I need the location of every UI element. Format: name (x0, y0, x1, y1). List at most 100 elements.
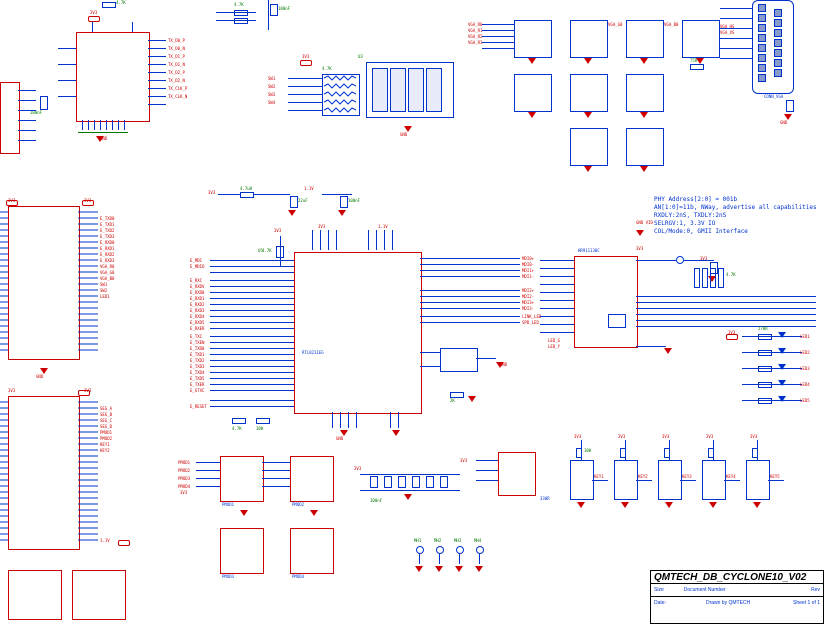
j1-net7: E_RXD2 (100, 252, 114, 257)
pm-3v3: 3V3 (180, 490, 187, 495)
r-4k7-tl: 4.7K (116, 0, 126, 5)
rj45-jack (574, 256, 638, 348)
dip-sw3 (408, 68, 424, 112)
phy-rxdv: E_RXDV (190, 284, 204, 289)
vga-b-block (626, 20, 664, 58)
j1-net12: SW1 (100, 282, 107, 287)
j2-net4: SEG_D (100, 424, 112, 429)
r-pull: 4.7K (262, 248, 272, 253)
k2-3v3: 3V3 (618, 434, 625, 439)
mdi2n: MDI2- (522, 294, 534, 299)
rj-ledg: LED_G (548, 338, 560, 343)
c-main1: 22uF (298, 198, 308, 203)
r-rst2: 10K (256, 426, 263, 431)
ic-tl-pin-6: TX_D2_N (168, 78, 185, 83)
ic-tl-pin-2: TX_D0_N (168, 46, 185, 51)
j1-net3: E_TXD2 (100, 228, 114, 233)
mdi1n: MDI1- (522, 274, 534, 279)
r-rst1: 4.7K (232, 426, 242, 431)
sw3-net: SW3 (268, 92, 275, 97)
annot-an: AN[1:0]=11b, NWay, advertise all capabil… (654, 204, 817, 212)
mh1-l: MH1 (414, 538, 421, 543)
j2-net1: SEG_A (100, 406, 112, 411)
j1-net10: VGA_G0 (100, 270, 114, 275)
phy-rxc: E_RXC (190, 278, 202, 283)
title-block: QMTECH_DB_CYCLONE10_V02 Size Document Nu… (650, 570, 824, 624)
pm-net3: PMOD3 (178, 476, 190, 481)
xtal-gnd: GND (500, 362, 507, 367)
r-2k: 2K (450, 398, 455, 403)
led-net4: LED4 (800, 382, 810, 387)
dip-3v3: 3V3 (302, 54, 309, 59)
title-rev: Rev (811, 587, 820, 593)
r-key: 10K (584, 448, 591, 453)
j2-net5: PMOD1 (100, 430, 112, 435)
header-j3 (8, 570, 62, 620)
vga-g-block (570, 20, 608, 58)
ic-tl-pin-3: TX_D1_P (168, 54, 185, 59)
ic-tl-pin-7: TX_CLK_P (168, 86, 187, 91)
vga-r1: VGA_R1 (468, 28, 482, 33)
phy-rxer: E_RXER (190, 326, 204, 331)
mdi2p: MDI2+ (522, 288, 534, 293)
main-ic-part: RTL8211EG (302, 350, 324, 355)
key1-net: KEY1 (594, 474, 604, 479)
vga-b0: VGA_B0 (664, 22, 678, 27)
phy-mdc: E_MDC (190, 258, 202, 263)
key5-net: KEY5 (770, 474, 780, 479)
caparr-3v3: 3V3 (354, 466, 361, 471)
ic-tl-pin-5: TX_D2_P (168, 70, 185, 75)
mh4-l: MH4 (474, 538, 481, 543)
key-sw1 (570, 460, 594, 500)
j2-3v3-r: 3V3 (84, 388, 91, 393)
mdi0n: MDI0- (522, 262, 534, 267)
j-side (0, 82, 20, 154)
main-ic-ref: U5 (258, 248, 263, 253)
k1-3v3: 3V3 (574, 434, 581, 439)
av3v3: 3V3 (208, 190, 215, 195)
phy-rxd5: E_RXD5 (190, 320, 204, 325)
annot-colmode: COL/Mode:0, GMII Interface (654, 228, 748, 236)
title-size: Size (654, 587, 664, 593)
header-j3b (72, 570, 126, 620)
mdi3n: MDI3- (522, 306, 534, 311)
phy-txd0: E_TXD0 (190, 346, 204, 351)
rj-3v3: 3V3 (636, 246, 643, 251)
small-led-block (498, 452, 536, 496)
mh4 (476, 546, 484, 554)
j1-net14: LED1 (100, 294, 110, 299)
pm-net4: PMOD4 (178, 484, 190, 489)
pmod1: PMOD1 (222, 502, 234, 507)
phy-rxd3: E_RXD3 (190, 308, 204, 313)
j2-3v3: 3V3 (8, 388, 15, 393)
key-sw2 (614, 460, 638, 500)
vga-r2: VGA_R2 (468, 34, 482, 39)
phy-mdio: E_MDIO (190, 264, 204, 269)
title-drawn: Drawn by QMTECH (706, 600, 750, 606)
annot-selrgv: SELRGV:1, 3.3V IO (654, 220, 715, 228)
key3-net: KEY3 (682, 474, 692, 479)
r-top1: 4.7K (234, 2, 244, 7)
j1-net11: VGA_B0 (100, 276, 114, 281)
led-net5: LED5 (800, 398, 810, 403)
dip-sw4 (426, 68, 442, 112)
phy-txd2: E_TXD2 (190, 358, 204, 363)
phy-txc: E_TXC (190, 334, 202, 339)
cfg-3v3: 3V3 (700, 256, 707, 261)
phy-1v1: 1.1V (378, 224, 388, 229)
rb-led: 330R (540, 496, 550, 501)
vga-g2-block (570, 74, 608, 112)
led-blk-3v3: 3V3 (460, 458, 467, 463)
sw4-net: SW4 (268, 100, 275, 105)
vga-hs-block (682, 20, 720, 58)
c-top1: 100nF (278, 6, 290, 11)
r-led: 270R (758, 326, 768, 331)
pmod-ju4 (290, 528, 334, 574)
ic-tl-3v3-top: 3V3 (90, 10, 97, 15)
phy-rxd2: E_RXD2 (190, 302, 204, 307)
j1-net13: SW2 (100, 288, 107, 293)
title-text: QMTECH_DB_CYCLONE10_V02 (651, 571, 823, 583)
dip-gnd: GND (400, 132, 407, 137)
mdi3p: MDI3+ (522, 300, 534, 305)
vga-conn-ref: CONN_VGA (764, 94, 783, 99)
